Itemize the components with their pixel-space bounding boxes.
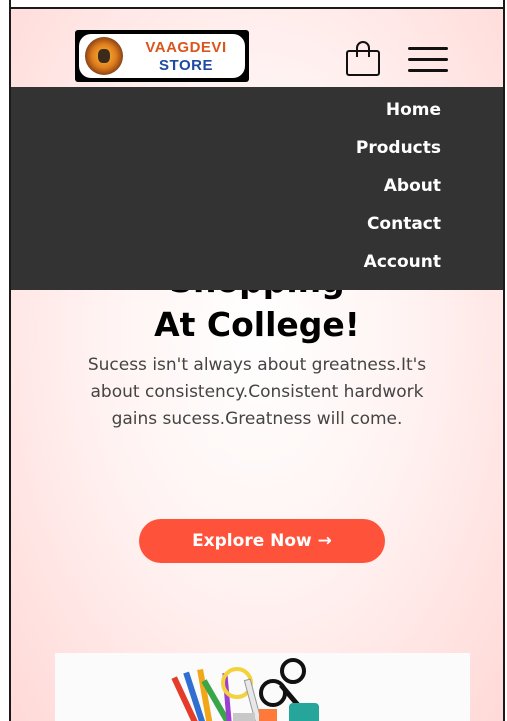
nav-item-about[interactable]: About <box>384 176 441 196</box>
logo-text-line1: VAAGDEVI <box>145 39 227 56</box>
nav-item-products[interactable]: Products <box>356 138 441 158</box>
stationery-image <box>55 653 470 721</box>
nav-item-account[interactable]: Account <box>364 252 441 272</box>
hero-description: Sucess isn't always about greatness.It's… <box>87 355 427 429</box>
nav-item-home[interactable]: Home <box>386 100 441 120</box>
hamburger-menu-icon[interactable] <box>408 47 450 73</box>
logo-text-line2: STORE <box>159 57 213 74</box>
store-logo[interactable]: VAAGDEVI STORE <box>75 30 249 82</box>
menu-bar <box>408 58 448 61</box>
page: VAAGDEVI STORE Shopping Home Products Ab… <box>11 9 503 721</box>
shopping-bag-icon[interactable] <box>345 40 381 76</box>
window-frame-right <box>503 0 505 721</box>
nav-dropdown: Home Products About Contact Account <box>11 87 503 290</box>
menu-bar <box>408 47 448 50</box>
seal-figure <box>98 49 110 63</box>
college-seal-icon <box>85 37 123 75</box>
menu-bar <box>408 69 448 72</box>
nav-item-contact[interactable]: Contact <box>367 214 441 234</box>
explore-now-button[interactable]: Explore Now → <box>139 519 385 563</box>
logo-badge: VAAGDEVI STORE <box>79 34 245 78</box>
hero-title-line2: At College! <box>154 305 360 344</box>
